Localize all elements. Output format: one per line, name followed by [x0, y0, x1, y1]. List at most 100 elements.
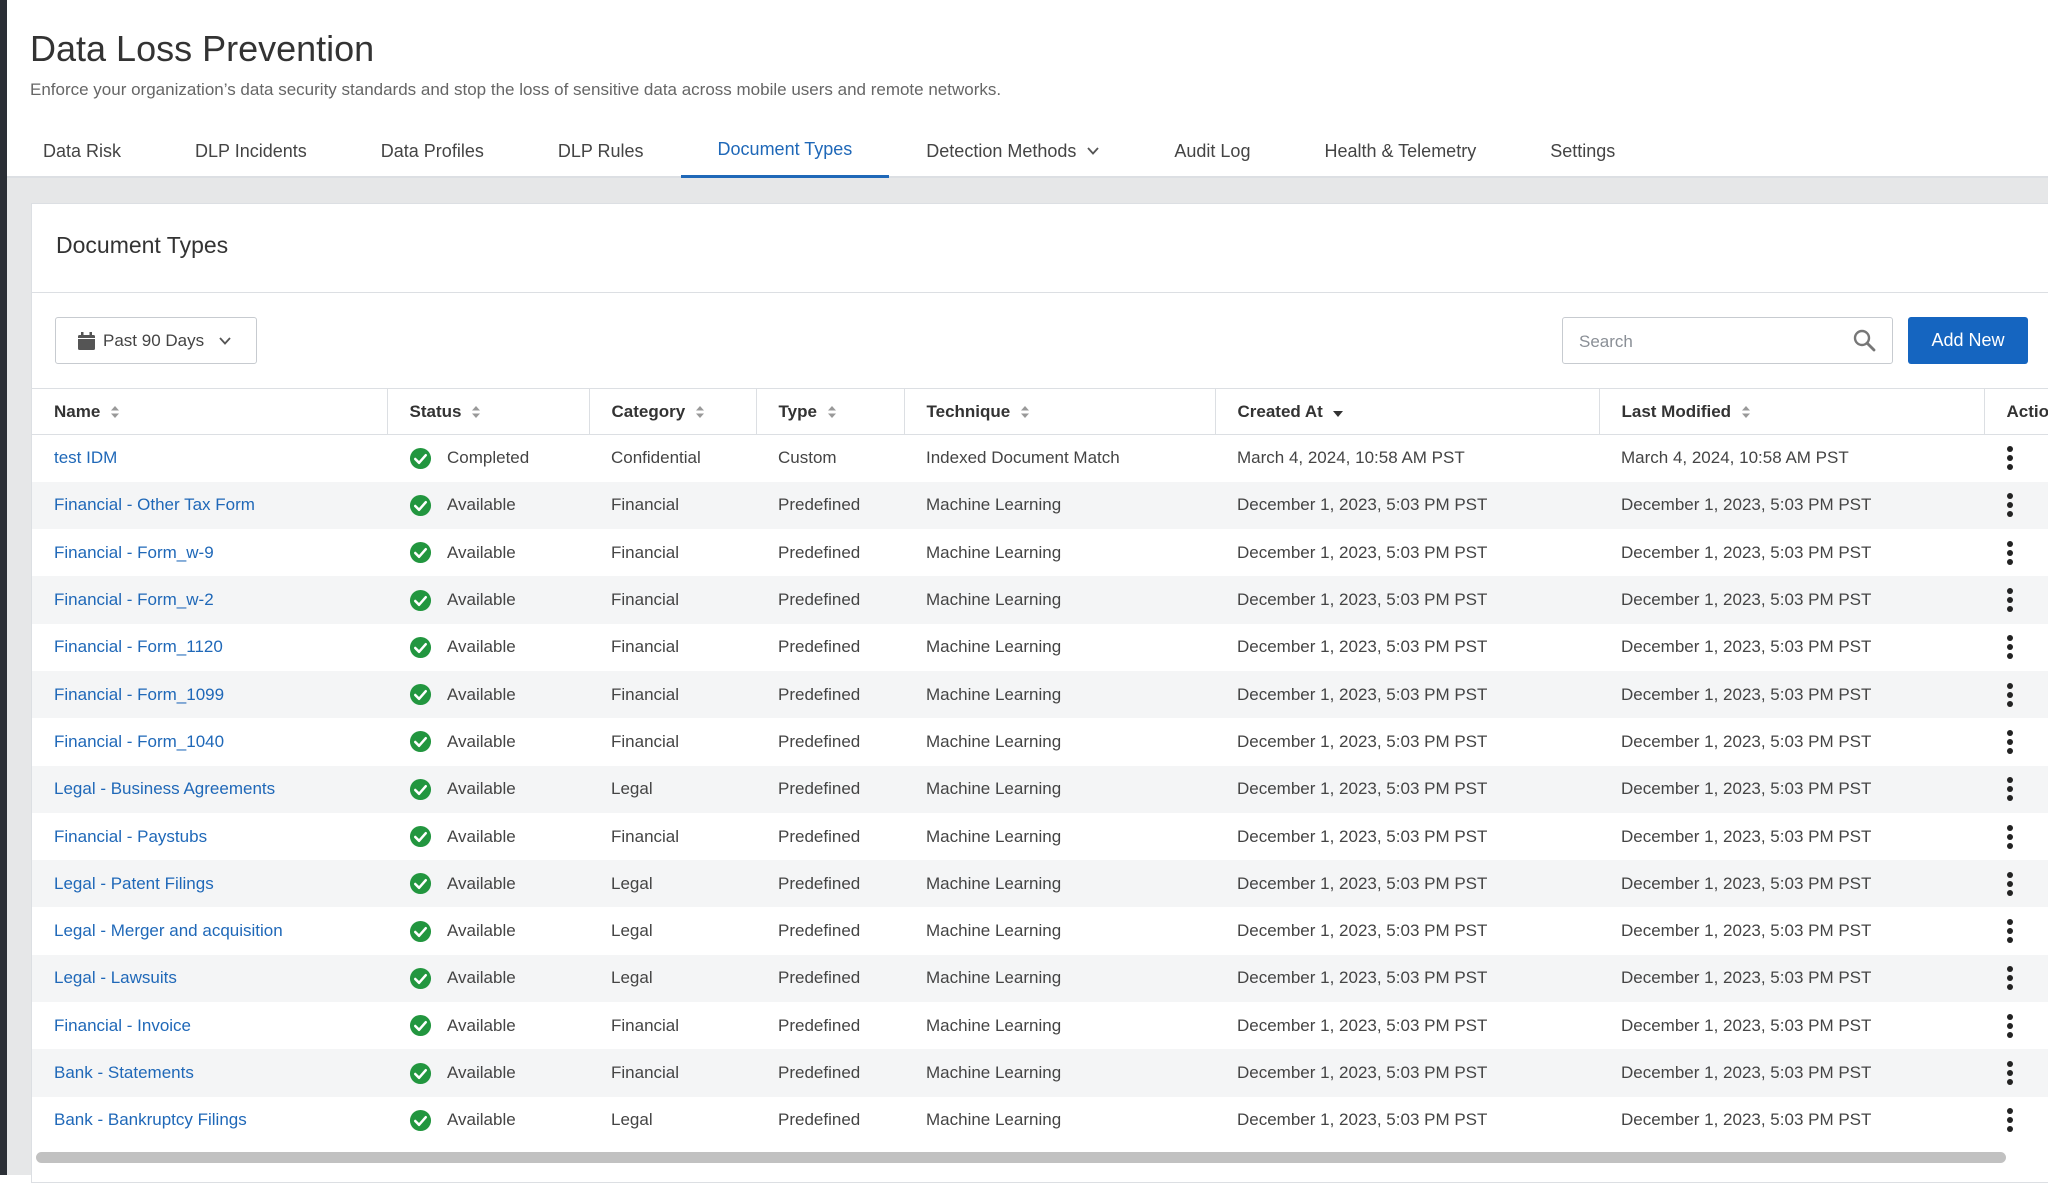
document-type-link[interactable]: Financial - Paystubs	[32, 813, 387, 860]
column-header-category[interactable]: Category	[589, 389, 756, 435]
document-type-link[interactable]: Financial - Form_w-2	[32, 576, 387, 623]
document-type-link[interactable]: Financial - Form_w-9	[32, 529, 387, 576]
kebab-icon[interactable]	[2006, 540, 2014, 566]
tab-settings[interactable]: Settings	[1513, 124, 1652, 178]
cell-created: December 1, 2023, 5:03 PM PST	[1215, 576, 1599, 623]
table-row: Legal - LawsuitsAvailableLegalPredefined…	[32, 955, 2048, 1002]
table-header-row: Name StatusCategoryTypeTechniqueCreated A…	[32, 389, 2048, 435]
kebab-icon[interactable]	[2006, 871, 2014, 897]
table-row: Financial - Form_1120AvailableFinancialP…	[32, 624, 2048, 671]
cell-technique: Machine Learning	[904, 1049, 1215, 1096]
tab-data-risk[interactable]: Data Risk	[29, 124, 158, 178]
cell-category: Financial	[589, 1049, 756, 1096]
kebab-icon[interactable]	[2006, 634, 2014, 660]
cell-technique: Machine Learning	[904, 482, 1215, 529]
column-header-status[interactable]: Status	[387, 389, 589, 435]
document-type-link[interactable]: test IDM	[32, 435, 387, 482]
horizontal-scrollbar[interactable]	[36, 1152, 2006, 1163]
check-circle-icon	[409, 494, 432, 517]
check-circle-icon	[409, 447, 432, 470]
column-header-technique[interactable]: Technique	[904, 389, 1215, 435]
kebab-icon[interactable]	[2006, 918, 2014, 944]
document-type-link[interactable]: Bank - Statements	[32, 1049, 387, 1096]
tab-health-and-telemetry[interactable]: Health & Telemetry	[1287, 124, 1513, 178]
table-row: Financial - PaystubsAvailableFinancialPr…	[32, 813, 2048, 860]
status-indicator: Available	[409, 1109, 589, 1132]
document-type-link[interactable]: Financial - Other Tax Form	[32, 482, 387, 529]
tab-bar: Data RiskDLP IncidentsData ProfilesDLP R…	[29, 124, 1652, 178]
cell-technique: Machine Learning	[904, 529, 1215, 576]
date-range-dropdown[interactable]: Past 90 Days	[55, 317, 257, 364]
document-type-link[interactable]: Financial - Form_1040	[32, 718, 387, 765]
sort-icon	[1020, 404, 1030, 420]
tab-label: Audit Log	[1174, 141, 1250, 162]
kebab-icon[interactable]	[2006, 492, 2014, 518]
cell-technique: Machine Learning	[904, 718, 1215, 765]
cell-status: Available	[387, 860, 589, 907]
kebab-icon[interactable]	[2006, 587, 2014, 613]
cell-modified: December 1, 2023, 5:03 PM PST	[1599, 1002, 1984, 1049]
status-label: Available	[447, 968, 516, 988]
cell-category: Financial	[589, 624, 756, 671]
tab-data-profiles[interactable]: Data Profiles	[344, 124, 521, 178]
document-types-table: Name StatusCategoryTypeTechniqueCreated A…	[32, 388, 2048, 1144]
kebab-icon[interactable]	[2006, 776, 2014, 802]
cell-technique: Machine Learning	[904, 1002, 1215, 1049]
document-type-link[interactable]: Financial - Form_1099	[32, 671, 387, 718]
kebab-icon[interactable]	[2006, 965, 2014, 991]
cell-category: Financial	[589, 813, 756, 860]
table-row: Financial - Form_1040AvailableFinancialP…	[32, 718, 2048, 765]
cell-category: Legal	[589, 860, 756, 907]
cell-category: Financial	[589, 482, 756, 529]
search-input[interactable]	[1577, 318, 1841, 365]
status-indicator: Available	[409, 494, 589, 517]
kebab-icon[interactable]	[2006, 1013, 2014, 1039]
kebab-icon[interactable]	[2006, 682, 2014, 708]
document-type-link[interactable]: Financial - Invoice	[32, 1002, 387, 1049]
kebab-icon[interactable]	[2006, 445, 2014, 471]
column-header-name[interactable]: Name	[32, 389, 387, 435]
cell-status: Available	[387, 671, 589, 718]
cell-modified: December 1, 2023, 5:03 PM PST	[1599, 718, 1984, 765]
kebab-icon[interactable]	[2006, 824, 2014, 850]
cell-modified: December 1, 2023, 5:03 PM PST	[1599, 624, 1984, 671]
status-label: Available	[447, 779, 516, 799]
cell-type: Predefined	[756, 1097, 904, 1144]
cell-modified: December 1, 2023, 5:03 PM PST	[1599, 860, 1984, 907]
tab-label: Detection Methods	[926, 141, 1076, 162]
page-title: Data Loss Prevention	[30, 28, 374, 70]
document-type-link[interactable]: Legal - Business Agreements	[32, 766, 387, 813]
status-indicator: Available	[409, 872, 589, 895]
document-type-link[interactable]: Financial - Form_1120	[32, 624, 387, 671]
tab-dlp-incidents[interactable]: DLP Incidents	[158, 124, 344, 178]
status-label: Available	[447, 1110, 516, 1130]
document-type-link[interactable]: Bank - Bankruptcy Filings	[32, 1097, 387, 1144]
cell-modified: December 1, 2023, 5:03 PM PST	[1599, 907, 1984, 954]
tab-label: Settings	[1550, 141, 1615, 162]
document-type-link[interactable]: Legal - Merger and acquisition	[32, 907, 387, 954]
cell-technique: Machine Learning	[904, 1097, 1215, 1144]
document-type-link[interactable]: Legal - Lawsuits	[32, 955, 387, 1002]
tab-detection-methods[interactable]: Detection Methods	[889, 124, 1137, 178]
table-row: Financial - Form_w-9AvailableFinancialPr…	[32, 529, 2048, 576]
kebab-icon[interactable]	[2006, 729, 2014, 755]
tab-audit-log[interactable]: Audit Log	[1137, 124, 1287, 178]
column-header-created-at[interactable]: Created At	[1215, 389, 1599, 435]
cell-actions	[1984, 1002, 2048, 1049]
column-header-label: Name	[54, 402, 100, 421]
kebab-icon[interactable]	[2006, 1060, 2014, 1086]
kebab-icon[interactable]	[2006, 1107, 2014, 1133]
cell-status: Available	[387, 576, 589, 623]
tab-dlp-rules[interactable]: DLP Rules	[521, 124, 681, 178]
cell-type: Predefined	[756, 576, 904, 623]
column-header-last-modified[interactable]: Last Modified	[1599, 389, 1984, 435]
tab-document-types[interactable]: Document Types	[681, 124, 890, 178]
document-type-link[interactable]: Legal - Patent Filings	[32, 860, 387, 907]
search-icon[interactable]	[1852, 328, 1876, 352]
column-header-type[interactable]: Type	[756, 389, 904, 435]
column-header-actio[interactable]: Actio	[1984, 389, 2048, 435]
add-new-button[interactable]: Add New	[1908, 317, 2028, 364]
cell-status: Completed	[387, 435, 589, 482]
cell-actions	[1984, 718, 2048, 765]
status-label: Available	[447, 685, 516, 705]
